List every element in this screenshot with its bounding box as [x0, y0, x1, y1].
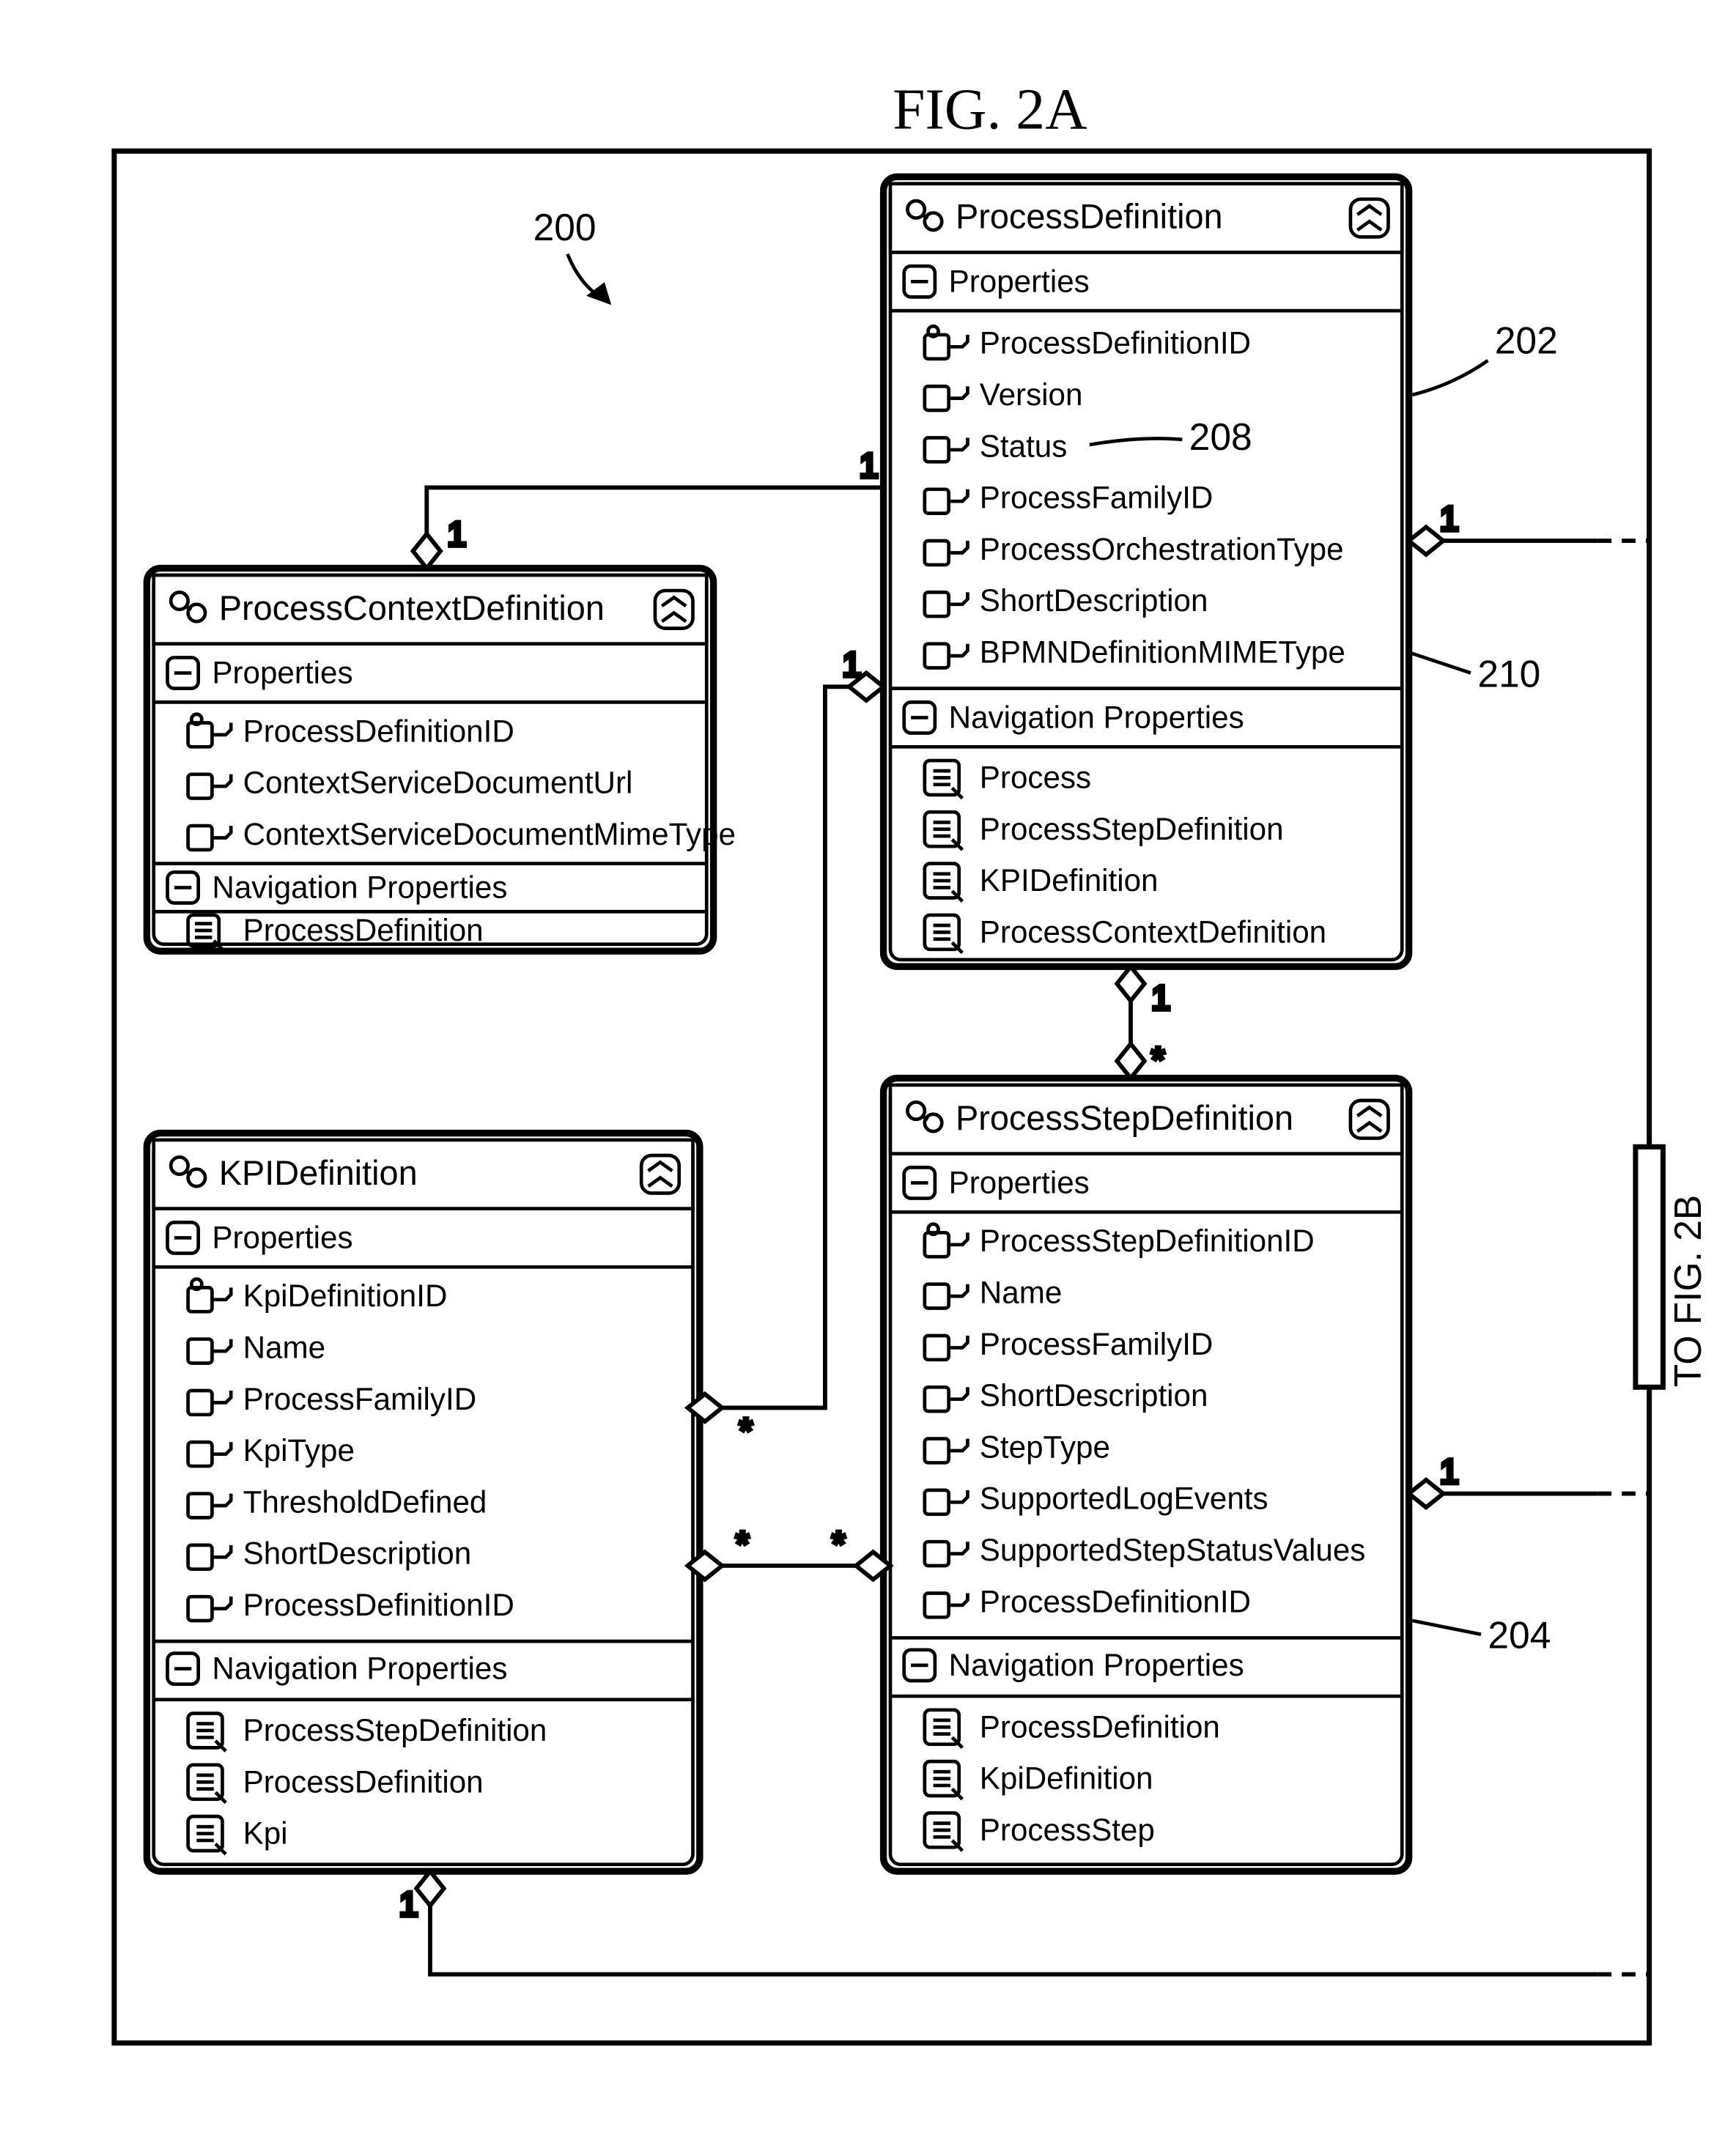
ref-208: 208 — [1189, 415, 1252, 458]
nav-label: ProcessStepDefinition — [980, 812, 1284, 846]
property-label: ThresholdDefined — [243, 1484, 487, 1519]
entity-process-definition: ProcessDefinition Properties ProcessDefi… — [884, 177, 1409, 966]
property-row: ContextServiceDocumentMimeType — [188, 817, 736, 851]
property-label: ProcessDefinitionID — [243, 1588, 514, 1622]
property-label: ShortDescription — [980, 583, 1208, 618]
property-row: ProcessStepDefinitionID — [925, 1224, 1315, 1258]
property-label: ShortDescription — [243, 1536, 472, 1571]
section-label: Navigation Properties — [949, 1648, 1244, 1682]
nav-row: ProcessContextDefinition — [925, 914, 1326, 952]
multiplicity-label: 1 — [842, 645, 861, 684]
property-label: Version — [980, 377, 1083, 412]
to-fig-label: TO FIG. 2B — [1666, 1195, 1709, 1388]
multiplicity-label: * — [832, 1525, 845, 1563]
property-label: BPMNDefinitionMIMEType — [980, 634, 1345, 669]
property-label: ProcessDefinitionID — [980, 1584, 1251, 1618]
property-label: SupportedLogEvents — [980, 1481, 1268, 1516]
property-label: ShortDescription — [980, 1378, 1208, 1413]
nav-label: ProcessDefinition — [980, 1709, 1220, 1744]
section-label: Navigation Properties — [212, 870, 507, 904]
property-label: Status — [980, 429, 1068, 463]
nav-label: KPIDefinition — [980, 863, 1159, 898]
multiplicity-label: 1 — [1151, 979, 1170, 1017]
section-label: Navigation Properties — [212, 1651, 507, 1686]
multiplicity-label: * — [739, 1411, 753, 1449]
property-label: ProcessDefinitionID — [980, 326, 1251, 360]
property-row: ProcessOrchestrationType — [925, 532, 1344, 566]
nav-label: ProcessDefinition — [243, 913, 484, 947]
property-label: KpiDefinitionID — [243, 1279, 448, 1313]
entity-title: ProcessDefinition — [956, 198, 1223, 236]
property-label: ContextServiceDocumentUrl — [243, 766, 633, 800]
nav-label: ProcessDefinition — [243, 1764, 484, 1799]
nav-label: ProcessStepDefinition — [243, 1713, 547, 1747]
multiplicity-label: 1 — [399, 1885, 418, 1923]
entity-process-context-definition: ProcessContextDefinition Properties Proc… — [147, 569, 736, 952]
section-label: Properties — [949, 1166, 1090, 1200]
nav-label: ProcessContextDefinition — [980, 914, 1326, 949]
entity-process-step-definition: ProcessStepDefinition Properties Process… — [884, 1078, 1409, 1872]
nav-row: KpiDefinition — [925, 1761, 1153, 1799]
section-label: Navigation Properties — [949, 700, 1244, 735]
property-label: Name — [980, 1275, 1062, 1309]
diagram-canvas: FIG. 2A ProcessDefinition Properties Pro… — [0, 0, 1736, 2146]
entity-title: KPIDefinition — [219, 1154, 418, 1192]
figure-title: FIG. 2A — [893, 78, 1087, 142]
nav-label: ProcessStep — [980, 1813, 1155, 1847]
property-label: ProcessDefinitionID — [243, 714, 514, 748]
multiplicity-label: * — [736, 1525, 749, 1563]
ref-210: 210 — [1477, 652, 1540, 695]
ref-202: 202 — [1495, 319, 1558, 362]
section-label: Properties — [212, 1221, 352, 1255]
property-label: ProcessOrchestrationType — [980, 532, 1344, 566]
property-label: ContextServiceDocumentMimeType — [243, 817, 736, 851]
property-row: BPMNDefinitionMIMEType — [925, 634, 1345, 669]
property-label: ProcessFamilyID — [243, 1382, 477, 1416]
ref-200: 200 — [533, 206, 596, 248]
property-row: ContextServiceDocumentUrl — [188, 766, 633, 800]
nav-row: ProcessStep — [925, 1813, 1155, 1851]
entity-title: ProcessStepDefinition — [956, 1099, 1293, 1137]
multiplicity-label: 1 — [860, 446, 879, 484]
property-label: KpiType — [243, 1433, 355, 1468]
multiplicity-label: 1 — [447, 515, 466, 553]
property-row: SupportedStepStatusValues — [925, 1533, 1366, 1567]
property-label: StepType — [980, 1429, 1110, 1464]
entity-kpi-definition: KPIDefinition Properties KpiDefinitionID… — [147, 1133, 700, 1872]
property-label: ProcessFamilyID — [980, 1327, 1214, 1361]
property-label: ProcessFamilyID — [980, 481, 1214, 515]
property-label: Name — [243, 1330, 325, 1364]
section-label: Properties — [949, 264, 1090, 298]
nav-label: KpiDefinition — [980, 1761, 1153, 1796]
ref-204: 204 — [1488, 1613, 1551, 1656]
property-label: SupportedStepStatusValues — [980, 1533, 1366, 1567]
property-label: ProcessStepDefinitionID — [980, 1224, 1315, 1258]
nav-label: Kpi — [243, 1816, 288, 1851]
section-label: Properties — [212, 656, 352, 690]
multiplicity-label: * — [1151, 1040, 1164, 1078]
nav-label: Process — [980, 761, 1091, 795]
entity-title: ProcessContextDefinition — [219, 589, 605, 627]
multiplicity-label: 1 — [1440, 500, 1459, 538]
multiplicity-label: 1 — [1440, 1453, 1459, 1491]
nav-row: KPIDefinition — [925, 863, 1159, 901]
